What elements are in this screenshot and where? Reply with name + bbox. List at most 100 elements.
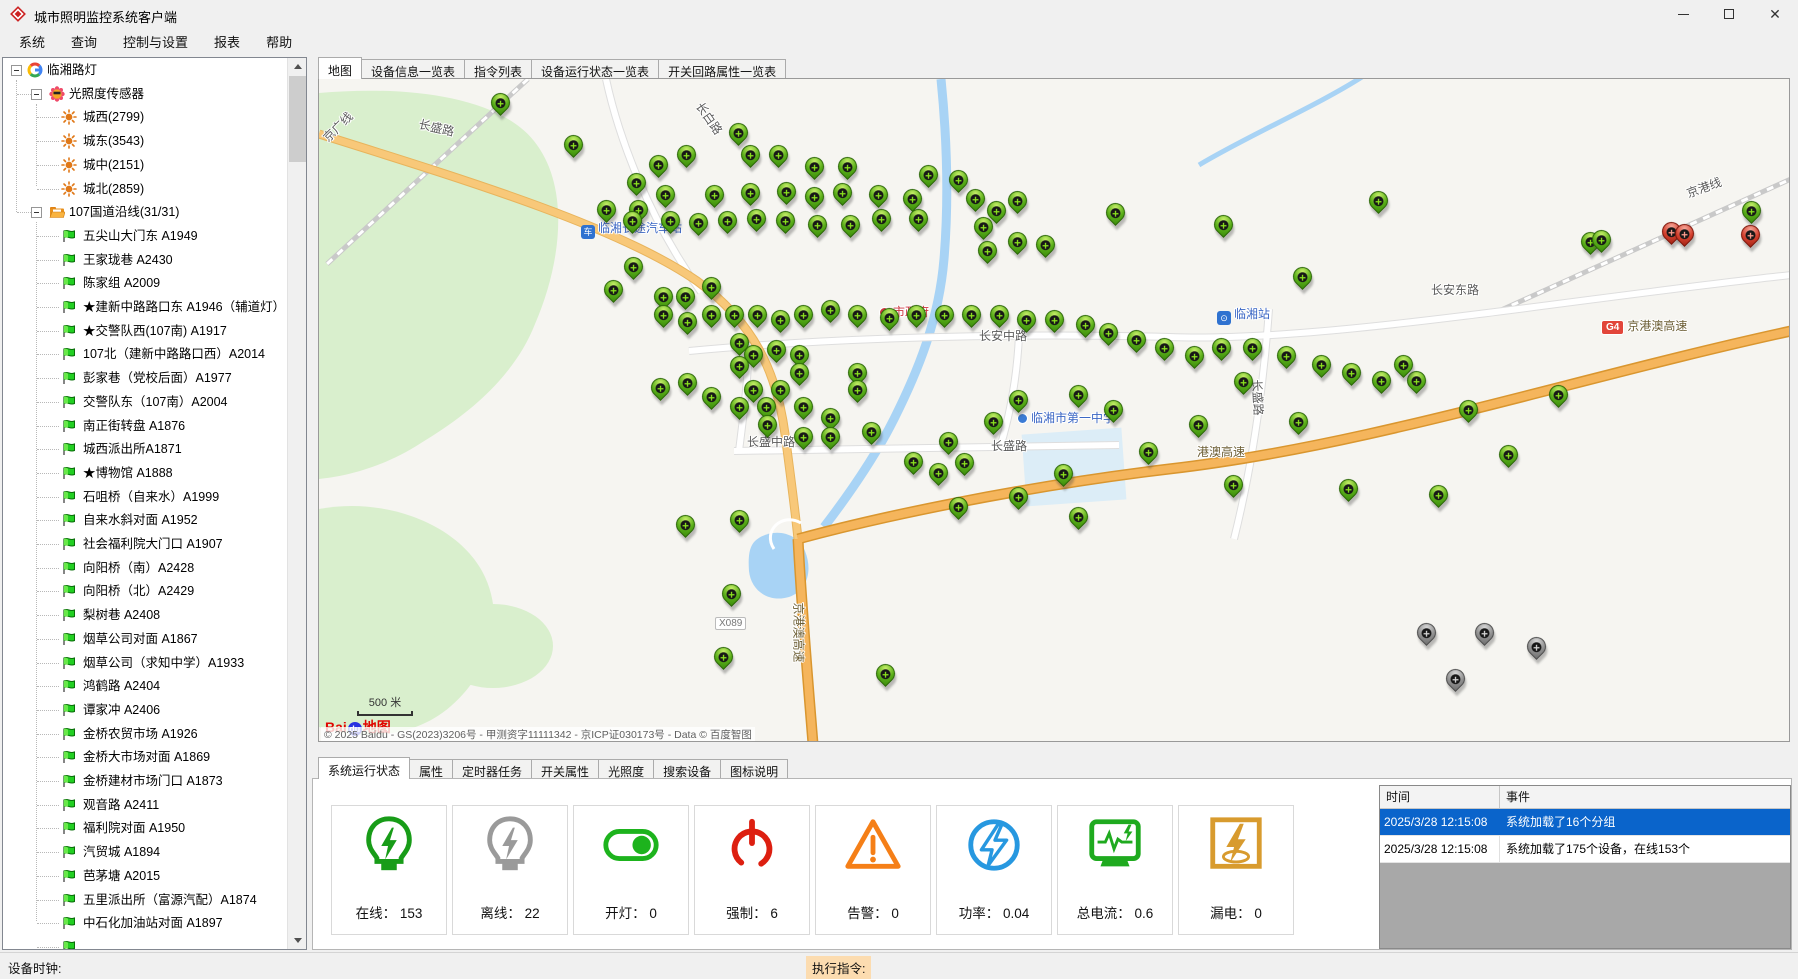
tree-guide	[37, 663, 59, 664]
tab-属性[interactable]: 属性	[409, 759, 453, 779]
tree-guide	[37, 283, 59, 284]
menu-item-2[interactable]: 控制与设置	[110, 28, 201, 55]
menu-item-3[interactable]: 报表	[201, 28, 253, 55]
tree-device-item[interactable]: 南正街转盘 A1876	[3, 416, 287, 436]
tree-guide	[37, 876, 59, 877]
scroll-down-arrow-icon[interactable]	[288, 932, 307, 949]
tree-device-item[interactable]: 陈家组 A2009	[3, 273, 287, 293]
pin-plus-icon	[602, 205, 612, 215]
tree-expander-icon[interactable]	[31, 207, 42, 218]
scrollbar-thumb[interactable]	[289, 76, 306, 162]
tree-device-item[interactable]: 五尖山大门东 A1949	[3, 226, 287, 246]
tree-device-item[interactable]: 中石化加油站对面 A1897	[3, 913, 287, 933]
menu-item-4[interactable]: 帮助	[253, 28, 305, 55]
tab-开关属性[interactable]: 开关属性	[531, 759, 599, 779]
pin-plus-icon	[762, 402, 772, 412]
tree-device-item[interactable]: ★交警队西(107南) A1917	[3, 321, 287, 341]
tab-图标说明[interactable]: 图标说明	[720, 759, 788, 779]
tree-device-item[interactable]: 福利院对面 A1950	[3, 818, 287, 838]
tree-device-item[interactable]: ★博物馆 A1888	[3, 463, 287, 483]
pin-plus-icon	[877, 214, 887, 224]
tree-sensor-item[interactable]: 城北(2859)	[3, 179, 287, 199]
tree-group-road[interactable]: 107国道沿线(31/31)	[3, 202, 287, 222]
flag-icon	[61, 868, 77, 884]
tab-定时器任务[interactable]: 定时器任务	[452, 759, 532, 779]
tree-device-item[interactable]	[3, 937, 287, 949]
tree-device-item[interactable]: 城西派出所A1871	[3, 439, 287, 459]
tree-device-item[interactable]: 王家珑巷 A2430	[3, 250, 287, 270]
tree-item-label: 石咀桥（自来水）A1999	[83, 487, 219, 507]
minimize-button[interactable]	[1660, 0, 1706, 28]
tree-device-item[interactable]: 金桥大市场对面 A1869	[3, 747, 287, 767]
tab-地图[interactable]: 地图	[318, 57, 362, 79]
pin-plus-icon	[1219, 220, 1229, 230]
pin-plus-icon	[934, 468, 944, 478]
scroll-up-arrow-icon[interactable]	[288, 58, 307, 75]
pin-plus-icon	[795, 350, 805, 360]
tree-device-item[interactable]: 金桥农贸市场 A1926	[3, 724, 287, 744]
menu-item-1[interactable]: 查询	[58, 28, 110, 55]
flag-icon	[61, 702, 77, 718]
tree-sensor-item[interactable]: 城中(2151)	[3, 155, 287, 175]
tree-root[interactable]: 临湘路灯	[3, 60, 287, 80]
map-viewport[interactable]: 京广线长盛路长白路车临湘长途汽车站市政府⊙临湘站长安中路长安东路长盛中路长盛路长…	[318, 78, 1790, 742]
tree-device-item[interactable]: 交警队东（107南）A2004	[3, 392, 287, 412]
tree-device-item[interactable]: 彭家巷（党校后面）A1977	[3, 368, 287, 388]
tree-device-item[interactable]: 烟草公司（求知中学）A1933	[3, 653, 287, 673]
tree-item-label: 陈家组 A2009	[83, 273, 160, 293]
tree-device-item[interactable]: 谭家冲 A2406	[3, 700, 287, 720]
event-row[interactable]: 2025/3/28 12:15:08系统加载了16个分组	[1380, 809, 1790, 836]
tree-device-item[interactable]: ★建新中路路口东 A1946（辅道灯）	[3, 297, 287, 317]
tab-设备信息一览表[interactable]: 设备信息一览表	[361, 59, 465, 79]
flag-icon	[61, 275, 77, 291]
status-card-value: 0.04	[999, 906, 1029, 921]
pin-plus-icon	[1597, 235, 1607, 245]
status-card-text: 功率： 0.04	[937, 902, 1051, 922]
tree-device-item[interactable]: 向阳桥（南）A2428	[3, 558, 287, 578]
tree-device-item[interactable]: 向阳桥（北）A2429	[3, 581, 287, 601]
tree-device-item[interactable]: 汽贸城 A1894	[3, 842, 287, 862]
tree-expander-icon[interactable]	[31, 89, 42, 100]
tree-device-item[interactable]: 社会福利院大门口 A1907	[3, 534, 287, 554]
tab-开关回路属性一览表[interactable]: 开关回路属性一览表	[658, 59, 786, 79]
tree-sensor-item[interactable]: 城西(2799)	[3, 107, 287, 127]
tree-sensor-item[interactable]: 城东(3543)	[3, 131, 287, 151]
maximize-button[interactable]	[1706, 0, 1752, 28]
tree-device-item[interactable]: 鸿鹤路 A2404	[3, 676, 287, 696]
bottom-tab-strip: 系统运行状态属性定时器任务开关属性光照度搜索设备图标说明	[318, 757, 787, 779]
tree-device-item[interactable]: 自来水斜对面 A1952	[3, 510, 287, 530]
tree-item-label: 向阳桥（南）A2428	[83, 558, 194, 578]
warning-icon	[842, 814, 904, 881]
tab-光照度[interactable]: 光照度	[598, 759, 654, 779]
pin-plus-icon	[749, 350, 759, 360]
tree-item-label: 汽贸城 A1894	[83, 842, 160, 862]
tree-device-item[interactable]: 石咀桥（自来水）A1999	[3, 487, 287, 507]
tab-系统运行状态[interactable]: 系统运行状态	[318, 757, 410, 779]
monitor-icon	[1084, 814, 1146, 881]
tree-item-label: 城中(2151)	[83, 155, 144, 175]
pin-plus-icon	[799, 432, 809, 442]
close-button[interactable]: ✕	[1752, 0, 1798, 28]
tree-item-label: 王家珑巷 A2430	[83, 250, 173, 270]
tree-device-item[interactable]: 芭茅塘 A2015	[3, 866, 287, 886]
event-row[interactable]: 2025/3/28 12:15:08系统加载了175个设备，在线153个	[1380, 836, 1790, 863]
tree-guide	[37, 757, 59, 758]
tree-device-item[interactable]: 107北（建新中路路口西）A2014	[3, 344, 287, 364]
tree-group-sensors[interactable]: 光照度传感器	[3, 84, 287, 104]
tree-device-item[interactable]: 梨树巷 A2408	[3, 605, 287, 625]
tree-device-item[interactable]: 烟草公司对面 A1867	[3, 629, 287, 649]
menu-item-0[interactable]: 系统	[6, 28, 58, 55]
tree-expander-icon[interactable]	[11, 65, 22, 76]
pin-plus-icon	[1451, 674, 1461, 684]
tab-搜索设备[interactable]: 搜索设备	[653, 759, 721, 779]
tree-device-item[interactable]: 五里派出所（富源汽配）A1874	[3, 890, 287, 910]
tab-设备运行状态一览表[interactable]: 设备运行状态一览表	[531, 59, 659, 79]
tab-指令列表[interactable]: 指令列表	[464, 59, 532, 79]
pin-plus-icon	[971, 194, 981, 204]
tree-scrollbar[interactable]	[287, 58, 306, 949]
tree-device-item[interactable]: 观音路 A2411	[3, 795, 287, 815]
tree-item-label: 金桥大市场对面 A1869	[83, 747, 210, 767]
tree-device-item[interactable]: 金桥建材市场门口 A1873	[3, 771, 287, 791]
tree-guide	[37, 591, 59, 592]
pin-plus-icon	[683, 378, 693, 388]
